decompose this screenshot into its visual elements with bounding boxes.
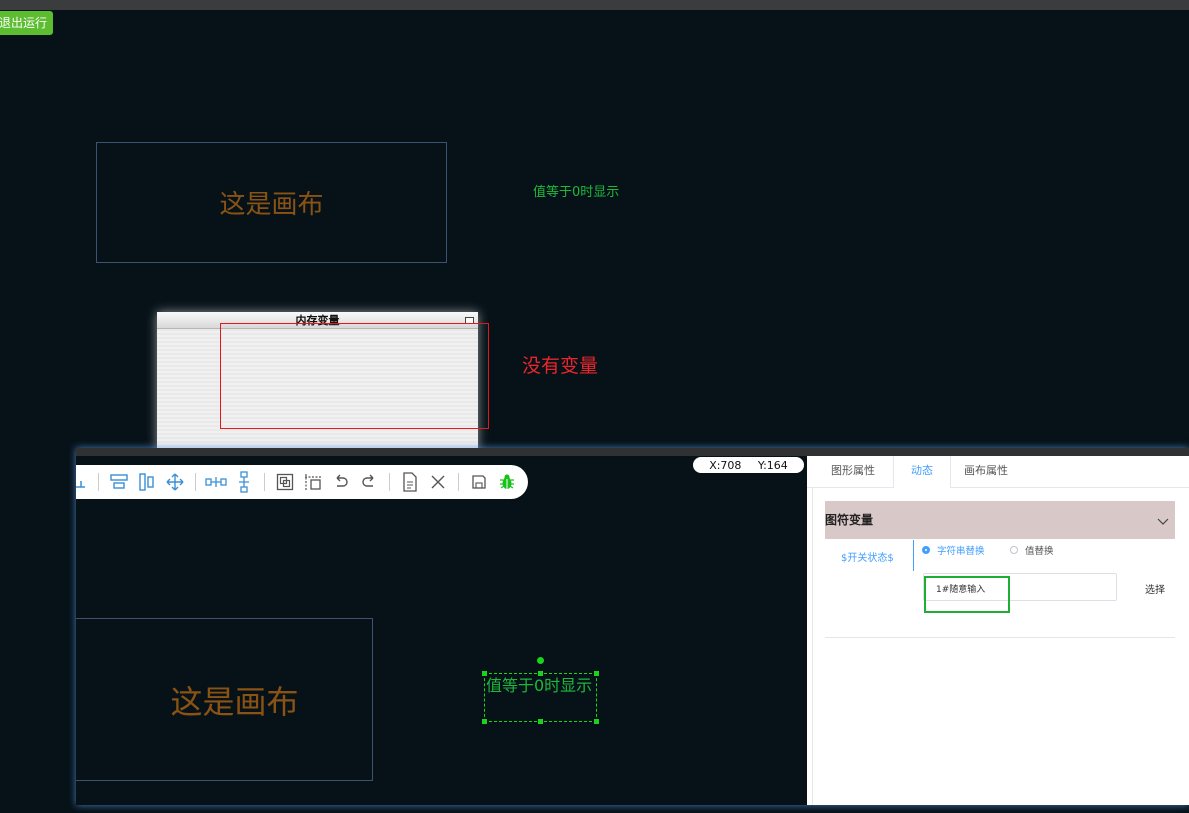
- resize-handle[interactable]: [594, 719, 599, 724]
- toolbar-divider: [195, 473, 196, 491]
- property-panel: 图形属性 动态 画布属性 图符变量 $开关状态$ 字符串替换 值替换 1#随意输…: [807, 456, 1189, 805]
- debug-bug-icon[interactable]: [496, 471, 518, 493]
- distribute-v-icon[interactable]: [136, 471, 158, 493]
- exit-run-button[interactable]: 退出运行: [0, 11, 53, 35]
- document-icon[interactable]: [399, 471, 421, 493]
- toolbar-divider: [264, 473, 265, 491]
- toolbar-divider: [98, 473, 99, 491]
- resize-handle[interactable]: [482, 719, 487, 724]
- canvas-rectangle-editor[interactable]: 这是画布: [76, 618, 373, 781]
- radio-value-label: 值替换: [1025, 546, 1054, 557]
- radio-unchecked-icon[interactable]: [1010, 546, 1018, 554]
- close-icon[interactable]: [427, 471, 449, 493]
- panel-divider: [812, 487, 813, 805]
- resize-handle[interactable]: [538, 719, 543, 724]
- section-divider: [825, 637, 1175, 638]
- tab-dynamic[interactable]: 动态: [893, 456, 951, 488]
- ungroup-icon[interactable]: [302, 471, 324, 493]
- tab-canvas-properties[interactable]: 画布属性: [953, 456, 1019, 487]
- radio-value-replace[interactable]: 值替换: [1010, 543, 1054, 557]
- resize-handle[interactable]: [594, 671, 599, 676]
- property-tabs: 图形属性 动态 画布属性: [807, 456, 1189, 488]
- align-icon[interactable]: [76, 471, 89, 493]
- v-connector-icon[interactable]: [233, 471, 255, 493]
- select-button[interactable]: 选择: [1145, 581, 1165, 596]
- symbol-variable-header[interactable]: 图符变量: [825, 501, 1175, 539]
- resize-handle[interactable]: [538, 671, 543, 676]
- editor-toolbar: [76, 465, 528, 499]
- conditional-text-top[interactable]: 值等于0时显示: [533, 181, 619, 200]
- radio-checked-icon[interactable]: [922, 546, 930, 554]
- top-title-bar: [0, 0, 1189, 10]
- editor-title-strip: [76, 448, 1189, 456]
- chevron-down-icon[interactable]: [1157, 501, 1169, 539]
- radio-string-replace[interactable]: 字符串替换: [922, 543, 985, 557]
- save-icon[interactable]: [468, 471, 490, 493]
- redo-icon[interactable]: [358, 471, 380, 493]
- undo-icon[interactable]: [330, 471, 352, 493]
- canvas-label-editor: 这是画布: [170, 682, 299, 721]
- resize-handle[interactable]: [482, 671, 487, 676]
- tab-shape-properties[interactable]: 图形属性: [817, 456, 889, 487]
- canvas-label-top: 这是画布: [219, 190, 324, 220]
- canvas-rectangle-top[interactable]: 这是画布: [96, 142, 447, 263]
- annotation-no-variable: 没有变量: [522, 355, 599, 377]
- toolbar-divider: [458, 473, 459, 491]
- cursor-coordinates: X:708 Y:164: [693, 457, 804, 473]
- symbol-variable-title: 图符变量: [825, 513, 874, 527]
- coord-x: X:708: [709, 458, 742, 472]
- editor-window: X:708 Y:164 这是画布 值等于0时显示 图形属性 动态 画布属性 图符…: [76, 448, 1189, 805]
- variable-name: $开关状态$: [841, 553, 894, 564]
- radio-string-label: 字符串替换: [937, 546, 985, 557]
- rotate-handle[interactable]: [537, 657, 544, 664]
- variable-divider: [913, 540, 914, 571]
- toolbar-divider: [389, 473, 390, 491]
- annotation-red-rectangle: [220, 323, 489, 429]
- move-icon[interactable]: [164, 471, 186, 493]
- h-connector-icon[interactable]: [205, 471, 227, 493]
- group-icon[interactable]: [274, 471, 296, 493]
- annotation-green-rectangle: [924, 576, 1010, 613]
- coord-y: Y:164: [757, 458, 788, 472]
- distribute-h-icon[interactable]: [108, 471, 130, 493]
